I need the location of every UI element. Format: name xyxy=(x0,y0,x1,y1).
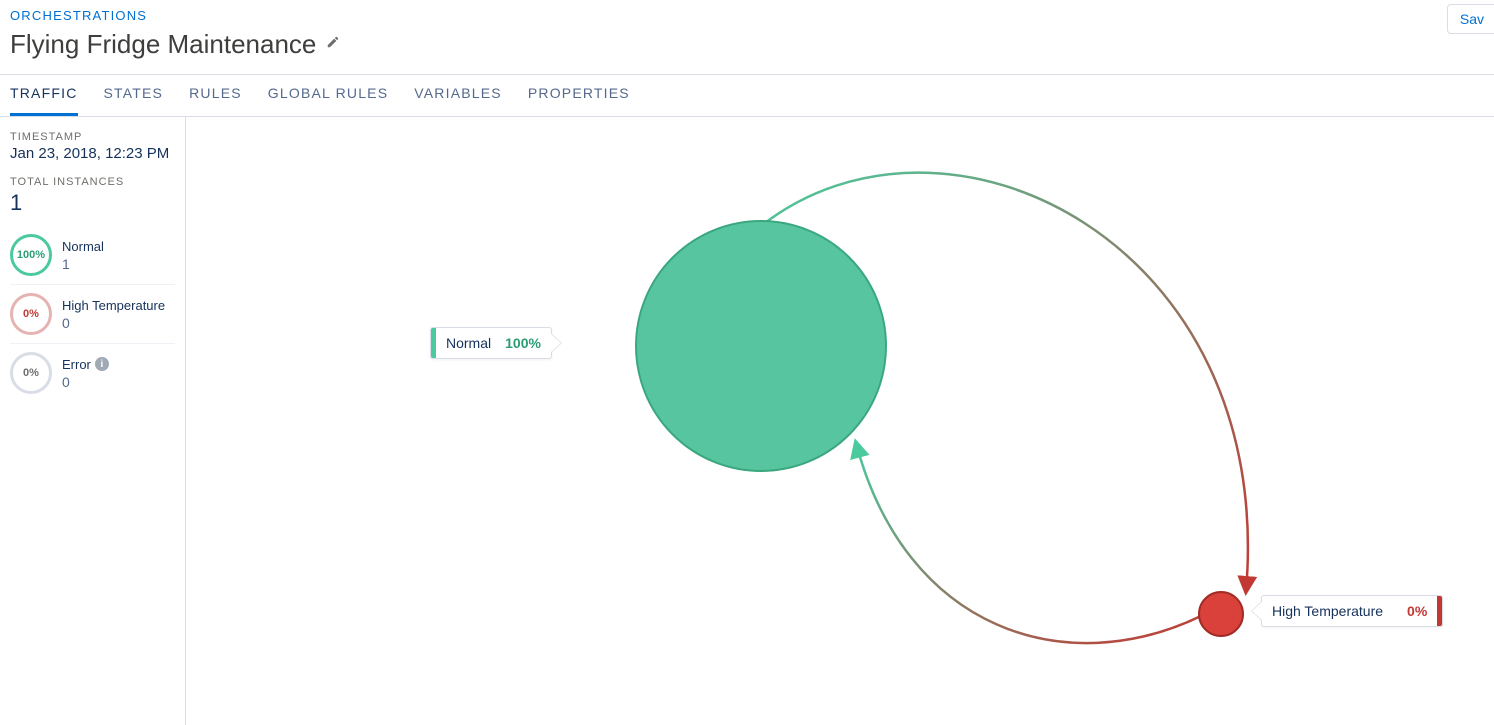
node-normal[interactable] xyxy=(636,221,886,471)
page-title: Flying Fridge Maintenance xyxy=(10,29,316,60)
ring-error: 0% xyxy=(10,352,52,394)
page-header: ORCHESTRATIONS Flying Fridge Maintenance… xyxy=(0,0,1494,75)
tab-bar: TRAFFIC STATES RULES GLOBAL RULES VARIAB… xyxy=(0,75,1494,117)
stat-high-temp[interactable]: 0% High Temperature 0 xyxy=(10,284,175,343)
graph-svg xyxy=(186,117,1494,725)
node-label-high-pct: 0% xyxy=(1397,603,1437,619)
total-instances-label: TOTAL INSTANCES xyxy=(10,176,175,188)
tab-properties[interactable]: PROPERTIES xyxy=(528,75,630,116)
tab-variables[interactable]: VARIABLES xyxy=(414,75,502,116)
ring-high-temp: 0% xyxy=(10,293,52,335)
tab-global-rules[interactable]: GLOBAL RULES xyxy=(268,75,388,116)
total-instances-value: 1 xyxy=(10,190,175,216)
node-label-normal-pct: 100% xyxy=(505,335,551,351)
info-icon[interactable]: i xyxy=(95,357,109,371)
stat-normal[interactable]: 100% Normal 1 xyxy=(10,226,175,284)
edit-icon[interactable] xyxy=(326,35,340,54)
stat-error-name: Error i xyxy=(62,357,109,372)
timestamp-value: Jan 23, 2018, 12:23 PM xyxy=(10,145,175,162)
save-button[interactable]: Sav xyxy=(1447,4,1494,34)
traffic-sidebar: TIMESTAMP Jan 23, 2018, 12:23 PM TOTAL I… xyxy=(0,117,186,725)
ring-normal: 100% xyxy=(10,234,52,276)
node-label-high-text: High Temperature xyxy=(1262,603,1397,619)
edge-high-to-normal xyxy=(856,443,1201,643)
tab-rules[interactable]: RULES xyxy=(189,75,242,116)
timestamp-label: TIMESTAMP xyxy=(10,131,175,143)
breadcrumb[interactable]: ORCHESTRATIONS xyxy=(10,8,1484,23)
tab-traffic[interactable]: TRAFFIC xyxy=(10,75,78,116)
stat-error-count: 0 xyxy=(62,374,109,390)
node-label-normal[interactable]: Normal 100% xyxy=(430,327,552,359)
state-graph[interactable]: Normal 100% High Temperature 0% xyxy=(186,117,1494,725)
stat-normal-count: 1 xyxy=(62,256,104,272)
node-high-temperature[interactable] xyxy=(1199,592,1243,636)
tab-states[interactable]: STATES xyxy=(104,75,164,116)
stat-high-temp-count: 0 xyxy=(62,315,165,331)
color-bar-red xyxy=(1437,596,1442,626)
stat-error[interactable]: 0% Error i 0 xyxy=(10,343,175,402)
node-label-normal-text: Normal xyxy=(436,335,505,351)
stat-normal-name: Normal xyxy=(62,239,104,254)
stat-high-temp-name: High Temperature xyxy=(62,298,165,313)
node-label-high[interactable]: High Temperature 0% xyxy=(1261,595,1443,627)
